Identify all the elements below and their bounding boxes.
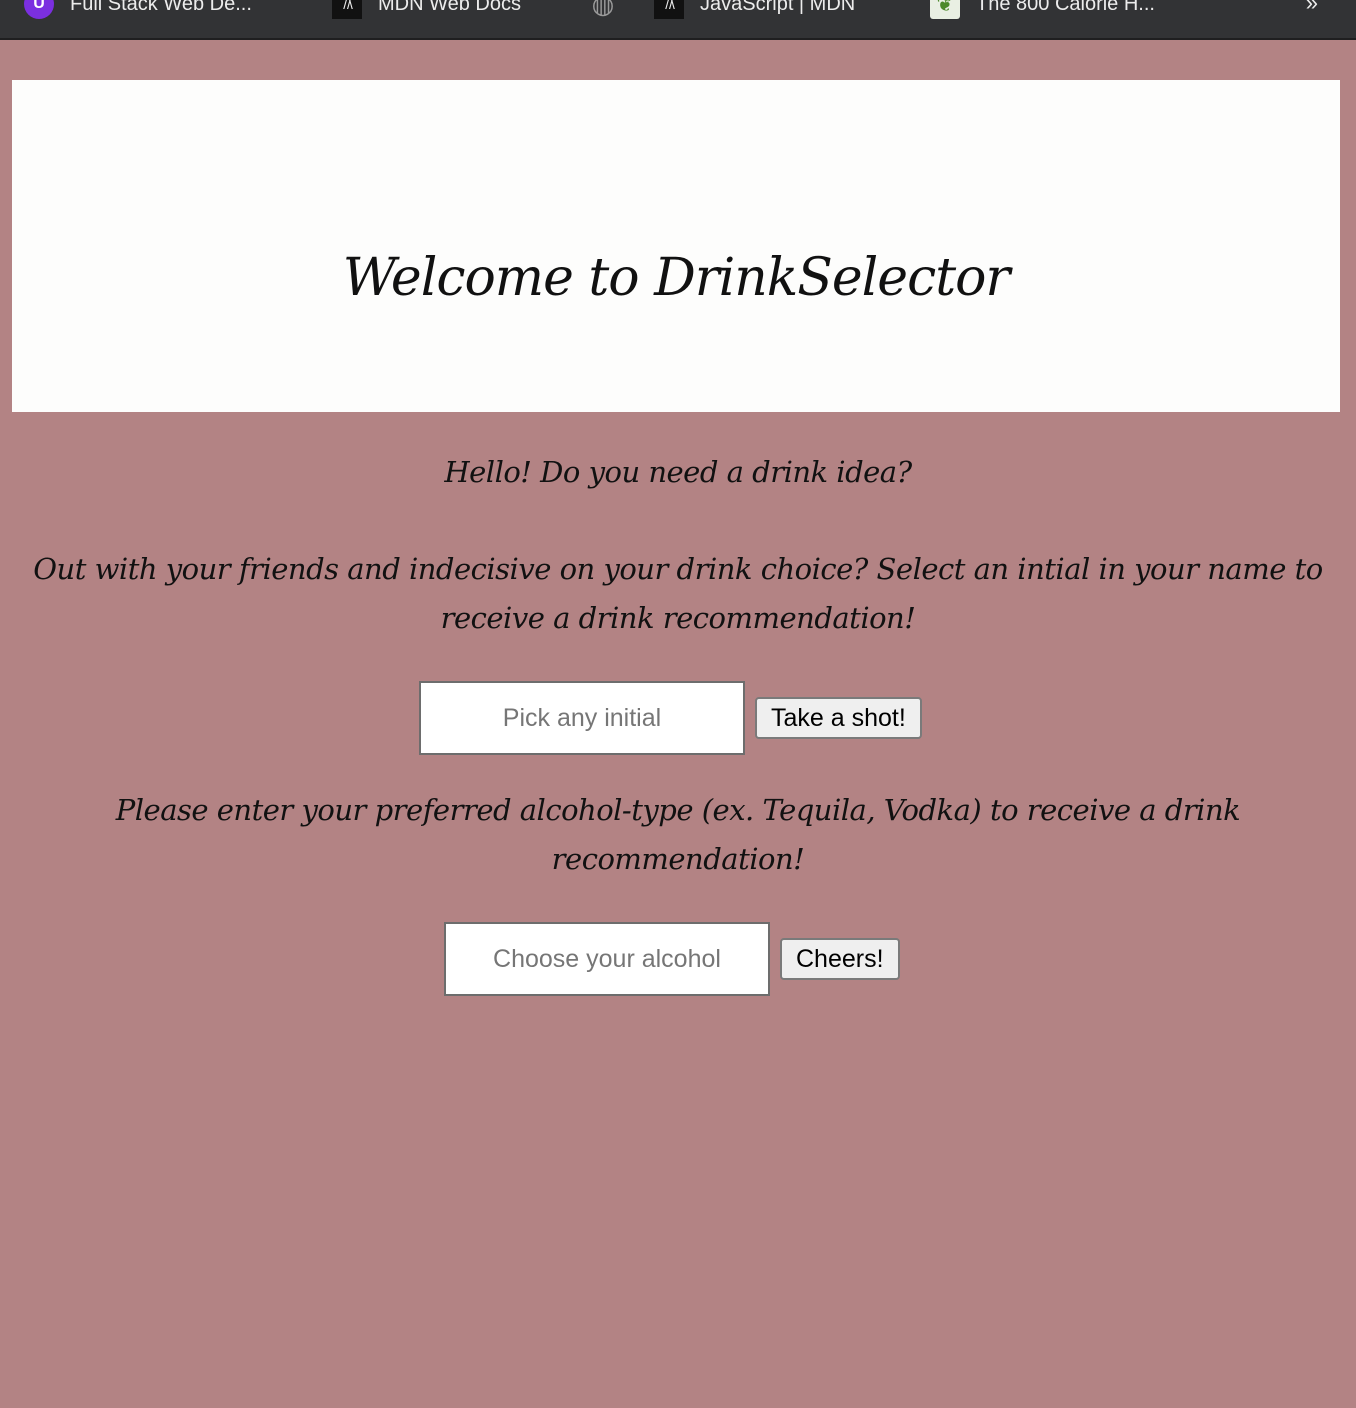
header-card: Welcome to DrinkSelector [12,80,1340,412]
alcohol-instructions: Please enter your preferred alcohol-type… [115,793,1241,876]
leaf-icon: ❦ [930,0,960,19]
bookmark-label: The 800 Calorie H... [976,0,1155,15]
initial-input[interactable] [419,681,745,755]
alcohol-input[interactable] [444,922,770,996]
mdn-icon: / /\ [654,0,684,19]
bookmark-label: JavaScript | MDN [700,0,856,15]
cheers-button[interactable]: Cheers! [780,938,900,980]
alcohol-form: Cheers! [444,922,900,996]
globe-icon: ◍ [591,0,615,19]
initial-form: Take a shot! [419,681,922,755]
bookmark-label: Full Stack Web De... [70,0,252,15]
bookmark-mdn-web-docs[interactable]: / /\ MDN Web Docs [332,0,521,19]
bookmark-javascript-mdn[interactable]: / /\ JavaScript | MDN [654,0,856,19]
take-a-shot-button[interactable]: Take a shot! [755,697,922,739]
bookmarks-overflow-chevron-icon[interactable]: » [1306,0,1318,16]
bookmark-label: MDN Web Docs [378,0,521,15]
mdn-icon: / /\ [332,0,362,19]
bookmark-globe[interactable]: ◍ [588,0,634,19]
bookmarks-bar: U Full Stack Web De... / /\ MDN Web Docs… [0,0,1356,40]
bookmark-full-stack[interactable]: U Full Stack Web De... [24,0,252,19]
greeting-text: Hello! Do you need a drink idea? [444,455,912,489]
page-title: Welcome to DrinkSelector [342,248,1011,308]
purple-circle-icon: U [24,0,54,19]
bookmark-800-calorie[interactable]: ❦ The 800 Calorie H... [930,0,1155,19]
initial-instructions: Out with your friends and indecisive on … [33,552,1323,635]
